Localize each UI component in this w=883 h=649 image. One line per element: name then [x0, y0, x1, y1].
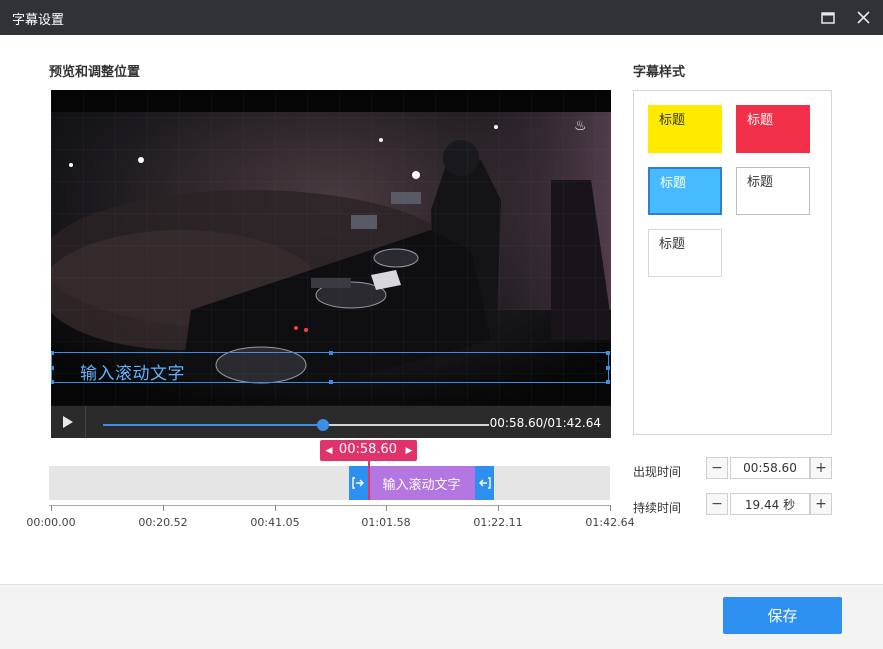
style-swatch-3[interactable]: 标题 [648, 167, 722, 215]
step-back-arrow-icon[interactable]: ◀ [322, 440, 336, 461]
duration-decrement-button[interactable]: − [706, 493, 728, 515]
preview-section-label: 预览和调整位置 [49, 65, 141, 80]
watermark-logo-icon: ♨ [574, 118, 587, 134]
cursor-time: 00:58.60 [338, 442, 398, 457]
timeline-cursor-line[interactable] [368, 461, 370, 500]
clip-end-handle[interactable] [475, 466, 494, 500]
resize-handle[interactable] [329, 351, 333, 355]
resize-handle[interactable] [51, 366, 54, 370]
subtitle-settings-dialog: 字幕设置 预览和调整位置 字幕样式 ♨ 输入滚动文字 00:58.60/01:4… [0, 0, 883, 649]
step-forward-arrow-icon[interactable]: ▶ [402, 440, 416, 461]
maximize-button[interactable] [810, 0, 845, 35]
close-button[interactable] [846, 0, 881, 35]
ruler-tick [386, 505, 387, 511]
appear-time-stepper[interactable]: − 00:58.60 + [706, 457, 834, 481]
subtitle-preview-text: 输入滚动文字 [80, 364, 185, 384]
title-bar: 字幕设置 [0, 0, 883, 35]
playback-controls: 00:58.60/01:42.64 [51, 406, 611, 438]
dialog-footer: 保存 [0, 584, 883, 649]
ruler-tick-label: 00:41.05 [250, 516, 300, 529]
close-icon [857, 11, 870, 24]
ruler-tick-label: 01:01.58 [361, 516, 411, 529]
time-readout: 00:58.60/01:42.64 [489, 416, 601, 430]
clip-label: 输入滚动文字 [368, 466, 475, 500]
duration-label: 持续时间 [633, 501, 682, 515]
timeline-ruler [49, 505, 610, 506]
progress-slider[interactable] [103, 419, 489, 431]
ruler-tick-label: 00:00.00 [26, 516, 76, 529]
bracket-end-icon [479, 477, 491, 489]
maximize-icon [820, 11, 835, 24]
appear-time-label: 出现时间 [633, 465, 682, 479]
resize-handle[interactable] [606, 366, 610, 370]
bracket-start-icon [352, 477, 364, 489]
ruler-tick [498, 505, 499, 511]
resize-handle[interactable] [606, 380, 610, 384]
resize-handle[interactable] [51, 351, 54, 355]
ruler-tick [51, 505, 52, 511]
save-button[interactable]: 保存 [723, 597, 842, 634]
appear-decrement-button[interactable]: − [706, 457, 728, 479]
play-button[interactable] [51, 406, 86, 438]
style-swatch-5[interactable]: 标题 [648, 229, 722, 277]
play-icon [63, 416, 73, 428]
video-preview: ♨ 输入滚动文字 00:58.60/01:42.64 [51, 90, 611, 438]
appear-time-input[interactable]: 00:58.60 [730, 457, 810, 479]
style-swatch-1[interactable]: 标题 [648, 105, 722, 153]
ruler-tick-label: 01:22.11 [473, 516, 523, 529]
resize-handle[interactable] [329, 380, 333, 384]
resize-handle[interactable] [51, 380, 54, 384]
ruler-tick-label: 01:42.64 [585, 516, 635, 529]
duration-input[interactable]: 19.44 秒 [730, 493, 810, 515]
ruler-tick [610, 505, 611, 511]
progress-knob[interactable] [317, 419, 330, 431]
duration-stepper[interactable]: − 19.44 秒 + [706, 493, 834, 517]
resize-handle[interactable] [606, 351, 610, 355]
window-title: 字幕设置 [12, 13, 65, 28]
timeline-cursor-tag[interactable]: ◀ 00:58.60 ▶ [320, 440, 417, 461]
ruler-tick-label: 00:20.52 [138, 516, 188, 529]
appear-increment-button[interactable]: + [810, 457, 832, 479]
subtitle-clip[interactable]: 输入滚动文字 [349, 466, 494, 500]
clip-start-handle[interactable] [349, 466, 368, 500]
timeline-track[interactable] [49, 466, 610, 500]
ruler-tick [275, 505, 276, 511]
style-section-label: 字幕样式 [633, 65, 686, 80]
style-swatch-2[interactable]: 标题 [736, 105, 810, 153]
subtitle-position-box[interactable]: 输入滚动文字 [51, 351, 610, 384]
progress-fill [103, 424, 324, 426]
duration-increment-button[interactable]: + [810, 493, 832, 515]
style-swatch-4[interactable]: 标题 [736, 167, 810, 215]
ruler-tick [163, 505, 164, 511]
